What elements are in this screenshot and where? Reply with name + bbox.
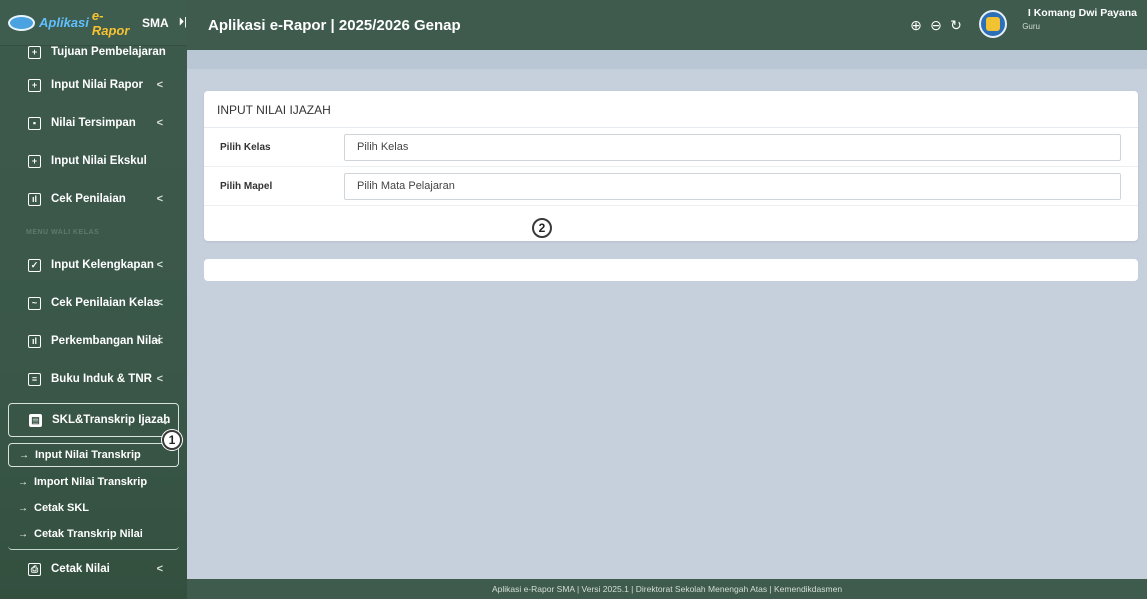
avatar[interactable]	[979, 10, 1007, 38]
sidebar-subitem-cetak-skl[interactable]: → Cetak SKL	[8, 495, 179, 521]
book-icon: ≡	[28, 372, 41, 386]
sidebar-menu: + Tujuan Pembelajaran + Input Nilai Rapo…	[0, 46, 187, 588]
sidebar-item-input-nilai-rapor[interactable]: + Input Nilai Rapor <	[4, 66, 183, 104]
chevron-left-icon: <	[156, 259, 163, 271]
brand-name-b: e-Rapor	[91, 7, 130, 38]
sidebar-item-perkembangan-nilai[interactable]: ıl Perkembangan Nilai <	[4, 322, 183, 360]
sidebar-item-cetak-nilai[interactable]: ⎙ Cetak Nilai <	[4, 550, 183, 588]
chevron-left-icon: <	[156, 193, 163, 205]
add-box-icon: +	[28, 154, 41, 168]
zoom-out-icon[interactable]: ⊖	[929, 17, 943, 34]
chevron-left-icon: <	[156, 335, 163, 347]
arrow-right-icon: →	[18, 476, 28, 488]
sidebar-submenu: → Input Nilai Transkrip → Import Nilai T…	[8, 443, 179, 550]
logo-icon	[8, 14, 36, 31]
line-chart-icon: ~	[28, 296, 41, 310]
sidebar-item-label: Cetak Nilai	[51, 563, 110, 575]
form-row-mapel: Pilih Mapel Pilih Mata Pelajaran	[204, 167, 1138, 206]
sidebar-item-label: Nilai Tersimpan	[51, 117, 136, 129]
kelas-select[interactable]: Pilih Kelas	[344, 133, 1121, 161]
chevron-left-icon: <	[156, 79, 163, 91]
sidebar-item-label: Buku Induk & TNR	[51, 373, 152, 385]
sidebar-item-label: Cek Penilaian Kelas	[51, 297, 160, 309]
sub-header-bar	[187, 50, 1147, 69]
main-content: INPUT NILAI IJAZAH Pilih Kelas Pilih Kel…	[187, 50, 1147, 579]
kelas-label: Pilih Kelas	[220, 141, 271, 153]
sidebar-item-label: Tujuan Pembelajaran	[51, 46, 166, 58]
sidebar-item-buku-induk-tnr[interactable]: ≡ Buku Induk & TNR <	[4, 360, 183, 398]
annotation-badge-2: 2	[532, 218, 552, 238]
chevron-down-icon: ⌄	[160, 414, 170, 427]
sidebar-item-label: Cek Penilaian	[51, 193, 126, 205]
sidebar-subitem-input-nilai-transkrip[interactable]: → Input Nilai Transkrip	[8, 443, 179, 467]
page-title: Aplikasi e-Rapor | 2025/2026 Genap	[208, 16, 461, 34]
arrow-right-icon: →	[19, 449, 29, 461]
bar-chart-icon: ıl	[28, 334, 41, 348]
chevron-left-icon: <	[156, 117, 163, 129]
sidebar-item-cek-penilaian[interactable]: ıl Cek Penilaian <	[4, 180, 183, 218]
sidebar-subitem-label: Cetak SKL	[34, 502, 90, 514]
sidebar-item-skl-transkrip-ijazah[interactable]: ▤ SKL&Transkrip Ijazah ⌄	[8, 403, 179, 437]
sidebar: Aplikasi e-Rapor SMA ⏵| + Tujuan Pembela…	[0, 0, 187, 599]
zoom-tools: ⊕ ⊖ ↻	[909, 17, 963, 34]
add-box-icon: +	[28, 46, 41, 59]
sidebar-item-input-kelengkapan[interactable]: ✓ Input Kelengkapan <	[4, 246, 183, 284]
reset-zoom-icon[interactable]: ↻	[949, 17, 963, 34]
printer-icon: ⎙	[28, 562, 41, 576]
input-nilai-ijazah-card: INPUT NILAI IJAZAH Pilih Kelas Pilih Kel…	[204, 91, 1138, 241]
mapel-select[interactable]: Pilih Mata Pelajaran	[344, 172, 1121, 200]
user-role: Guru	[1022, 22, 1040, 31]
collapse-icon[interactable]: ⏵|	[179, 16, 187, 29]
zoom-in-icon[interactable]: ⊕	[909, 17, 923, 34]
sidebar-section-header: MENU WALI KELAS	[26, 228, 100, 236]
result-card	[204, 259, 1138, 281]
sidebar-item-label: Input Nilai Rapor	[51, 79, 143, 91]
chart-icon: ıl	[28, 192, 41, 206]
sidebar-item-tujuan-pembelajaran[interactable]: + Tujuan Pembelajaran	[4, 46, 183, 66]
brand-name-c: SMA	[141, 15, 169, 30]
footer: Aplikasi e-Rapor SMA | Versi 2025.1 | Di…	[187, 579, 1147, 599]
brand-name-a: Aplikasi	[39, 15, 89, 30]
sidebar-item-label: Input Nilai Ekskul	[51, 155, 147, 167]
chevron-left-icon: <	[156, 373, 163, 385]
sidebar-item-cek-penilaian-kelas[interactable]: ~ Cek Penilaian Kelas <	[4, 284, 183, 322]
sidebar-item-nilai-tersimpan[interactable]: ▪ Nilai Tersimpan <	[4, 104, 183, 142]
sidebar-subitem-cetak-transkrip-nilai[interactable]: → Cetak Transkrip Nilai	[8, 521, 179, 547]
topbar: Aplikasi e-Rapor | 2025/2026 Genap ⊕ ⊖ ↻…	[187, 0, 1147, 50]
document-icon: ▤	[29, 413, 42, 427]
arrow-right-icon: →	[18, 502, 28, 514]
user-name[interactable]: I Komang Dwi Payana	[1028, 7, 1137, 19]
annotation-badge-1: 1	[162, 430, 182, 450]
card-title: INPUT NILAI IJAZAH	[204, 91, 1138, 128]
save-box-icon: ▪	[28, 116, 41, 130]
brand[interactable]: Aplikasi e-Rapor SMA ⏵|	[0, 0, 187, 46]
sidebar-subitem-import-nilai-transkrip[interactable]: → Import Nilai Transkrip	[8, 469, 179, 495]
chevron-left-icon: <	[156, 297, 163, 309]
sidebar-item-label: SKL&Transkrip Ijazah	[52, 414, 171, 426]
sidebar-item-label: Perkembangan Nilai	[51, 335, 161, 347]
sidebar-subitem-label: Import Nilai Transkrip	[34, 476, 148, 488]
checkbox-icon: ✓	[28, 258, 41, 272]
chevron-left-icon: <	[156, 563, 163, 575]
mapel-label: Pilih Mapel	[220, 180, 273, 192]
sidebar-subitem-label: Input Nilai Transkrip	[35, 449, 141, 461]
avatar-emblem-icon	[986, 17, 1000, 31]
arrow-right-icon: →	[18, 528, 28, 540]
plus-box-icon: +	[28, 78, 41, 92]
form-row-kelas: Pilih Kelas Pilih Kelas	[204, 128, 1138, 167]
sidebar-item-input-nilai-ekskul[interactable]: + Input Nilai Ekskul	[4, 142, 183, 180]
sidebar-item-label: Input Kelengkapan	[51, 259, 154, 271]
sidebar-subitem-label: Cetak Transkrip Nilai	[34, 528, 143, 540]
